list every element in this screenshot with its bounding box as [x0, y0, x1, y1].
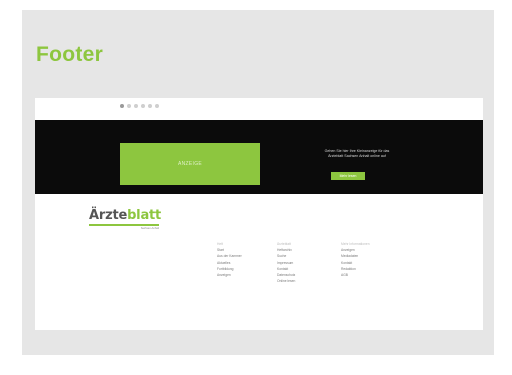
- site-logo[interactable]: Ärzteblatt Sachsen-Anhalt: [89, 208, 161, 230]
- ad-placeholder[interactable]: ANZEIGE: [120, 143, 260, 185]
- banner-text: Gehen Sie hier Ihre Kleinanzeige für das…: [297, 149, 417, 159]
- footer-link[interactable]: Impressum: [277, 260, 295, 266]
- slide-title: Footer: [36, 43, 104, 66]
- slider-dot[interactable]: [148, 104, 152, 108]
- logo-underline: [89, 224, 159, 226]
- footer-column: Heft Start Aus der Kammer Aktuelles Fort…: [217, 241, 242, 278]
- footer-link[interactable]: Aus der Kammer: [217, 253, 242, 259]
- slider-dot[interactable]: [120, 104, 124, 108]
- website-mockup: ANZEIGE Gehen Sie hier Ihre Kleinanzeige…: [35, 98, 483, 330]
- presentation-slide: Footer ANZEIGE Gehen Sie hier Ihre Klein…: [22, 10, 494, 355]
- slider-dot[interactable]: [134, 104, 138, 108]
- logo-subtitle: Sachsen-Anhalt: [140, 227, 159, 230]
- slider-dot[interactable]: [127, 104, 131, 108]
- slider-dot[interactable]: [155, 104, 159, 108]
- logo-text-dark: Ärzte: [89, 208, 128, 223]
- banner-button[interactable]: Mehr lesen: [331, 172, 365, 180]
- logo-wordmark: Ärzteblatt: [89, 208, 161, 223]
- footer-link[interactable]: Online lesen: [277, 278, 295, 284]
- footer-column: Mehr Informationen Anzeigen Mediadaten K…: [341, 241, 370, 278]
- promo-banner: ANZEIGE Gehen Sie hier Ihre Kleinanzeige…: [35, 120, 483, 194]
- banner-text-line: Ärzteblatt Sachsen Anhalt online auf: [328, 154, 386, 159]
- logo-text-green: blatt: [127, 208, 162, 223]
- slider-dot[interactable]: [141, 104, 145, 108]
- footer-link[interactable]: Anzeigen: [217, 272, 242, 278]
- slider-pagination: [120, 104, 159, 108]
- footer-link[interactable]: AGB: [341, 272, 370, 278]
- footer-column: Ärzteblatt Heftarchiv Suche Impressum Ko…: [277, 241, 295, 284]
